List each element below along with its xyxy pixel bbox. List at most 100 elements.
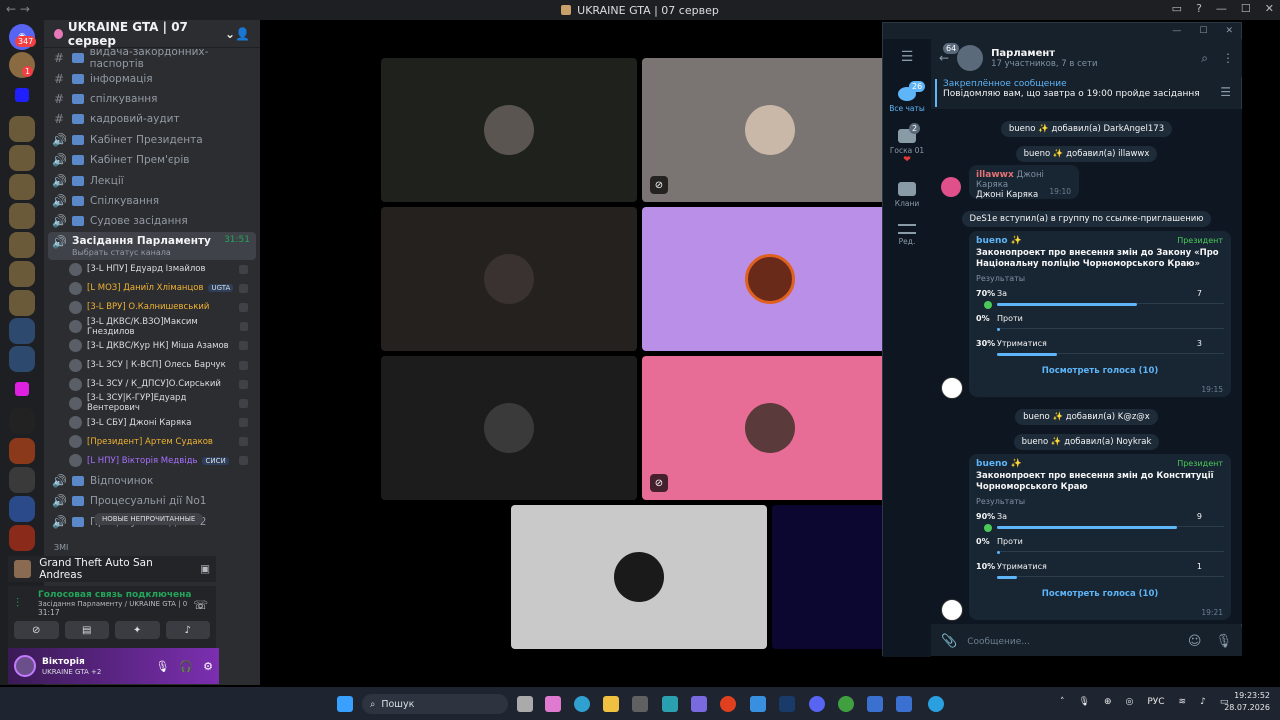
inbox-icon[interactable]: ▭ xyxy=(1172,2,1182,15)
voice-member[interactable]: [Президент] Артем Судаков xyxy=(44,432,260,451)
bueno-avatar[interactable] xyxy=(941,599,963,621)
soundboard-button[interactable]: ♪ xyxy=(165,621,210,639)
disconnect-icon[interactable]: ☏ xyxy=(193,598,208,612)
channel-item[interactable]: # інформація xyxy=(44,68,260,88)
video-tile-1[interactable] xyxy=(381,58,637,202)
video-tile-6[interactable]: ⊘ xyxy=(642,356,898,500)
new-unread-button[interactable]: НОВЫЕ НЕПРОЧИТАННЫЕ xyxy=(94,513,204,525)
category-zmi[interactable]: ЗМІ xyxy=(54,543,68,552)
gear-icon[interactable]: ⚙ xyxy=(203,660,213,673)
steam-icon[interactable] xyxy=(779,696,795,712)
channel-item[interactable]: 🔊 Спілкування xyxy=(44,191,260,211)
channel-item[interactable]: 🔊 Відпочинок xyxy=(44,471,260,491)
menu-icon[interactable]: ☰ xyxy=(883,49,931,65)
taskbar-search[interactable]: ⌕ Пошук xyxy=(362,694,508,714)
server-icon-4[interactable] xyxy=(9,203,35,229)
poll-message-2[interactable]: bueno ✨ Президент Законопроект про внесенн… xyxy=(969,454,1231,620)
channel-item[interactable]: 🔊 Процесуальні дії No1 xyxy=(44,491,260,511)
clock[interactable]: 19:23:52 28.07.2026 xyxy=(1224,690,1270,714)
poll-message-1[interactable]: bueno ✨ Президент Законопроект про внесенн… xyxy=(969,231,1231,397)
teams-icon[interactable] xyxy=(691,696,707,712)
app-icon-4[interactable] xyxy=(867,696,883,712)
mic-icon[interactable]: 🎙 xyxy=(1215,634,1232,649)
emoji-icon[interactable]: ☺ xyxy=(1188,634,1202,649)
search-icon[interactable]: ⌕ xyxy=(1201,51,1208,66)
activities-button[interactable]: ✦ xyxy=(115,621,160,639)
app-icon-2[interactable] xyxy=(720,696,736,712)
poll-option[interactable]: 10% Утриматися 1 xyxy=(976,562,1224,587)
group-avatar[interactable] xyxy=(957,45,984,71)
voice-member[interactable]: [L МОЗ] Даниїл Хліманцов UGTA xyxy=(44,279,260,298)
poll-option[interactable]: 70% За 7 xyxy=(976,289,1224,314)
server-icon-8[interactable] xyxy=(9,346,35,372)
voice-member[interactable]: [3-L ЗСУ|К-ГУР]Едуард Вентерович xyxy=(44,393,260,413)
headphones-icon[interactable]: 🎧 xyxy=(179,660,193,673)
pin-list-icon[interactable]: ☰ xyxy=(1220,85,1231,99)
video-tile-3[interactable] xyxy=(381,207,637,351)
video-tile-7[interactable] xyxy=(511,505,767,649)
channel-item[interactable]: # видача-закордонних-паспортів xyxy=(44,46,260,70)
voice-member[interactable]: [3-L ДКВС/Кур НК] Міша Азамов xyxy=(44,336,260,355)
channel-item[interactable]: 🔊 Лекції xyxy=(44,170,260,190)
server-icon-12[interactable] xyxy=(9,525,35,551)
video-tile-4[interactable] xyxy=(642,207,898,351)
attach-icon[interactable]: 📎 xyxy=(941,634,957,649)
folder-icon-blue[interactable] xyxy=(15,88,29,102)
channel-item[interactable]: # спілкування xyxy=(44,89,260,109)
server-icon-9[interactable] xyxy=(9,438,35,464)
poll-option[interactable]: 30% Утриматися 3 xyxy=(976,339,1224,364)
voice-member[interactable]: [3-L ДКВС/К.ВЗО]Максим Гнездилов xyxy=(44,317,260,337)
wifi-icon[interactable]: ≋ xyxy=(1179,697,1187,707)
folder-edit[interactable]: Ред. xyxy=(883,224,931,246)
server-icon-toxic[interactable] xyxy=(9,408,35,434)
app-tray-icon[interactable]: ◎ xyxy=(1125,697,1133,707)
folder-goska[interactable]: Госка 01 2 ❤ xyxy=(883,123,931,165)
video-tile-5[interactable] xyxy=(381,356,637,500)
volume-icon[interactable]: ♪ xyxy=(1200,697,1206,707)
folder-all-chats[interactable]: Все чаты 26 xyxy=(883,81,931,113)
video-tile-2[interactable]: ⊘ xyxy=(642,58,898,202)
add-member-icon[interactable]: 👤 xyxy=(235,27,250,41)
message-illawwx[interactable]: illawwx Джоні Каряка Джоні Каряка 19:10 xyxy=(969,165,1079,200)
server-icon-police[interactable] xyxy=(9,318,35,344)
channel-item[interactable]: 🔊 Судове засідання xyxy=(44,211,260,231)
back-arrow-icon[interactable]: ← 64 xyxy=(939,43,960,65)
poll-option[interactable]: 0% Проти xyxy=(976,314,1224,339)
poll-option[interactable]: 90% За 9 xyxy=(976,512,1224,537)
server-icon-3[interactable] xyxy=(9,174,35,200)
server-icon-7[interactable] xyxy=(9,290,35,316)
server-icon-11[interactable] xyxy=(9,496,35,522)
maximize-icon[interactable]: ☐ xyxy=(1241,2,1251,15)
voice-member[interactable]: [3-L ЗСУ / К_ДПСУ]О.Сирський xyxy=(44,375,260,394)
view-votes-button[interactable]: Посмотреть голоса (10) xyxy=(976,589,1224,599)
help-icon[interactable]: ? xyxy=(1196,2,1202,15)
vpn-icon[interactable] xyxy=(662,696,678,712)
video-tile-8[interactable] xyxy=(772,505,892,649)
lang-indicator[interactable]: РУС xyxy=(1147,697,1164,707)
app-icon-5[interactable] xyxy=(896,696,912,712)
tg-close-icon[interactable]: ✕ xyxy=(1225,26,1233,36)
message-input[interactable]: Сообщение... xyxy=(967,637,1030,647)
server-header[interactable]: UKRAINE GTA | 07 сервер ⌄ 👤 xyxy=(44,20,260,48)
poll-option[interactable]: 0% Проти xyxy=(976,537,1224,562)
view-votes-button[interactable]: Посмотреть голоса (10) xyxy=(976,366,1224,376)
discord-icon[interactable] xyxy=(809,696,825,712)
chevron-up-icon[interactable]: ˄ xyxy=(1060,697,1065,707)
edge-icon[interactable] xyxy=(574,696,590,712)
server-icon-6[interactable] xyxy=(9,261,35,287)
start-icon[interactable] xyxy=(337,696,353,712)
voice-member[interactable]: [3-L ВРУ] О.Калнишевський xyxy=(44,298,260,317)
mic-icon[interactable]: 🎙 xyxy=(155,660,169,673)
voice-member[interactable]: [3-L ЗСУ | К-ВСП] Олесь Барчук xyxy=(44,355,260,374)
folder-icon-pink[interactable] xyxy=(15,382,29,396)
channel-item[interactable]: 🔊 Кабінет Президента xyxy=(44,130,260,150)
more-icon[interactable]: ⋮ xyxy=(1222,51,1234,66)
network-icon[interactable]: ⊕ xyxy=(1104,697,1112,707)
mic-tray-icon[interactable]: 🎙 xyxy=(1079,697,1090,707)
channel-item[interactable]: 🔊 Кабінет Прем'єрів xyxy=(44,150,260,170)
folder-clans[interactable]: Клани xyxy=(883,182,931,208)
nav-arrows[interactable]: ← → xyxy=(6,2,30,16)
activity-card[interactable]: Grand Theft Auto San Andreas ▣ xyxy=(8,556,216,582)
minimize-icon[interactable]: — xyxy=(1216,2,1227,15)
voice-member[interactable]: [3-L НПУ] Едуард Ізмайлов xyxy=(44,260,260,279)
